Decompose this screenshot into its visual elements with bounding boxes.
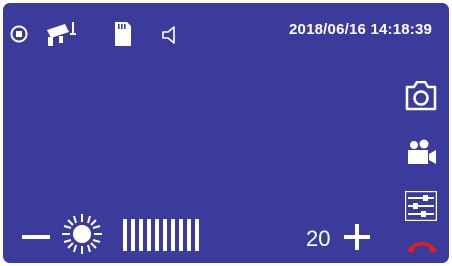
brightness-tick [147,219,151,251]
camera-snapshot-icon[interactable] [404,81,438,111]
brightness-tick [123,219,127,251]
sun-icon [61,213,103,255]
speaker-icon [161,25,179,45]
cctv-camera-icon [45,20,81,48]
minus-icon[interactable] [22,234,50,240]
record-indicator-icon [10,25,28,43]
brightness-tick [179,219,183,251]
brightness-value: 20 [306,226,331,251]
brightness-tick [131,219,135,251]
settings-sliders-icon[interactable] [405,191,437,221]
brightness-tick [195,219,199,251]
brightness-tick [139,219,143,251]
hang-up-icon[interactable] [405,239,439,255]
timestamp: 2018/06/16 14:18:39 [289,21,433,38]
sd-card-icon [113,22,133,48]
plus-icon[interactable] [344,224,370,250]
brightness-tick [171,219,175,251]
video-record-icon[interactable] [406,139,438,167]
brightness-level-bar[interactable] [123,219,199,251]
brightness-tick [155,219,159,251]
brightness-tick [187,219,191,251]
intercom-screen: 2018/06/16 14:18:39 20 [0,0,452,266]
brightness-tick [163,219,167,251]
